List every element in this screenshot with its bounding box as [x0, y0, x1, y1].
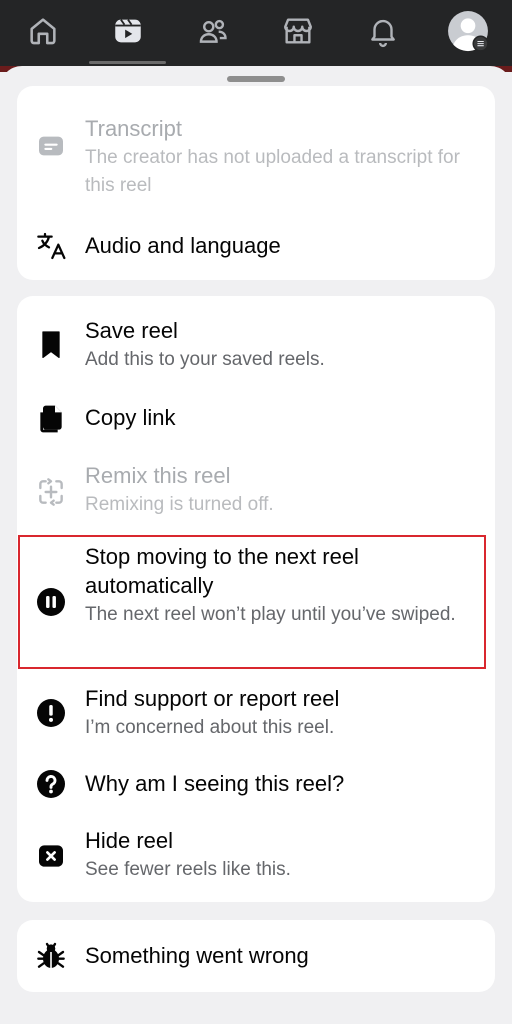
- menu-item-subtitle: I’m concerned about this reel.: [85, 717, 335, 738]
- nav-home[interactable]: [0, 0, 85, 66]
- menu-item-why-seeing[interactable]: Why am I seeing this reel?: [17, 764, 495, 804]
- menu-item-title: Hide reel: [85, 828, 174, 853]
- options-card-transcript: Transcript The creator has not uploaded …: [17, 86, 495, 280]
- transcript-icon: [33, 128, 69, 164]
- exclamation-icon: [33, 695, 69, 731]
- menu-item-transcript[interactable]: Transcript The creator has not uploaded …: [17, 104, 495, 222]
- menu-item-title: Copy link: [85, 405, 176, 430]
- sheet-drag-handle[interactable]: [227, 76, 285, 82]
- menu-item-title: Transcript: [85, 116, 182, 141]
- menu-item-remix[interactable]: Remix this reel Remixing is turned off.: [17, 458, 495, 524]
- reels-icon: [111, 14, 145, 53]
- menu-item-title: Remix this reel: [85, 463, 231, 488]
- menu-item-copy-link[interactable]: Copy link: [17, 398, 495, 438]
- options-card-feedback: Something went wrong: [17, 920, 495, 992]
- menu-item-subtitle: Add this to your saved reels.: [85, 349, 325, 370]
- nav-reels[interactable]: [85, 0, 170, 66]
- nav-profile[interactable]: [425, 0, 510, 66]
- menu-item-subtitle: See fewer reels like this.: [85, 859, 291, 880]
- menu-item-title: Why am I seeing this reel?: [85, 771, 345, 796]
- close-box-icon: [33, 838, 69, 874]
- friends-icon: [196, 14, 230, 53]
- menu-item-save-reel[interactable]: Save reel Add this to your saved reels.: [17, 312, 495, 378]
- menu-item-hide-reel[interactable]: Hide reel See fewer reels like this.: [17, 822, 495, 888]
- menu-item-something-wrong[interactable]: Something went wrong: [17, 936, 495, 976]
- copy-icon: [33, 401, 69, 437]
- menu-item-audio-language[interactable]: Audio and language: [17, 226, 495, 266]
- bug-icon: [33, 938, 69, 974]
- question-icon: [33, 766, 69, 802]
- remix-icon: [33, 474, 69, 510]
- translate-icon: [33, 228, 69, 264]
- nav-marketplace[interactable]: [255, 0, 340, 66]
- nav-notifications[interactable]: [340, 0, 425, 66]
- nav-friends[interactable]: [170, 0, 255, 66]
- highlight-box: [18, 535, 486, 669]
- menu-item-subtitle: Remixing is turned off.: [85, 494, 274, 515]
- profile-avatar-icon: [447, 10, 489, 57]
- menu-item-title: Save reel: [85, 318, 178, 343]
- top-nav-bar: [0, 0, 512, 70]
- home-icon: [26, 14, 60, 53]
- bookmark-icon: [33, 326, 69, 362]
- menu-item-title: Audio and language: [85, 233, 281, 258]
- bell-icon: [366, 14, 400, 53]
- marketplace-icon: [281, 14, 315, 53]
- menu-item-title: Something went wrong: [85, 943, 309, 968]
- menu-item-find-support[interactable]: Find support or report reel I’m concerne…: [17, 680, 495, 746]
- menu-item-title: Find support or report reel: [85, 686, 340, 711]
- menu-item-subtitle: The creator has not uploaded a transcrip…: [85, 147, 460, 196]
